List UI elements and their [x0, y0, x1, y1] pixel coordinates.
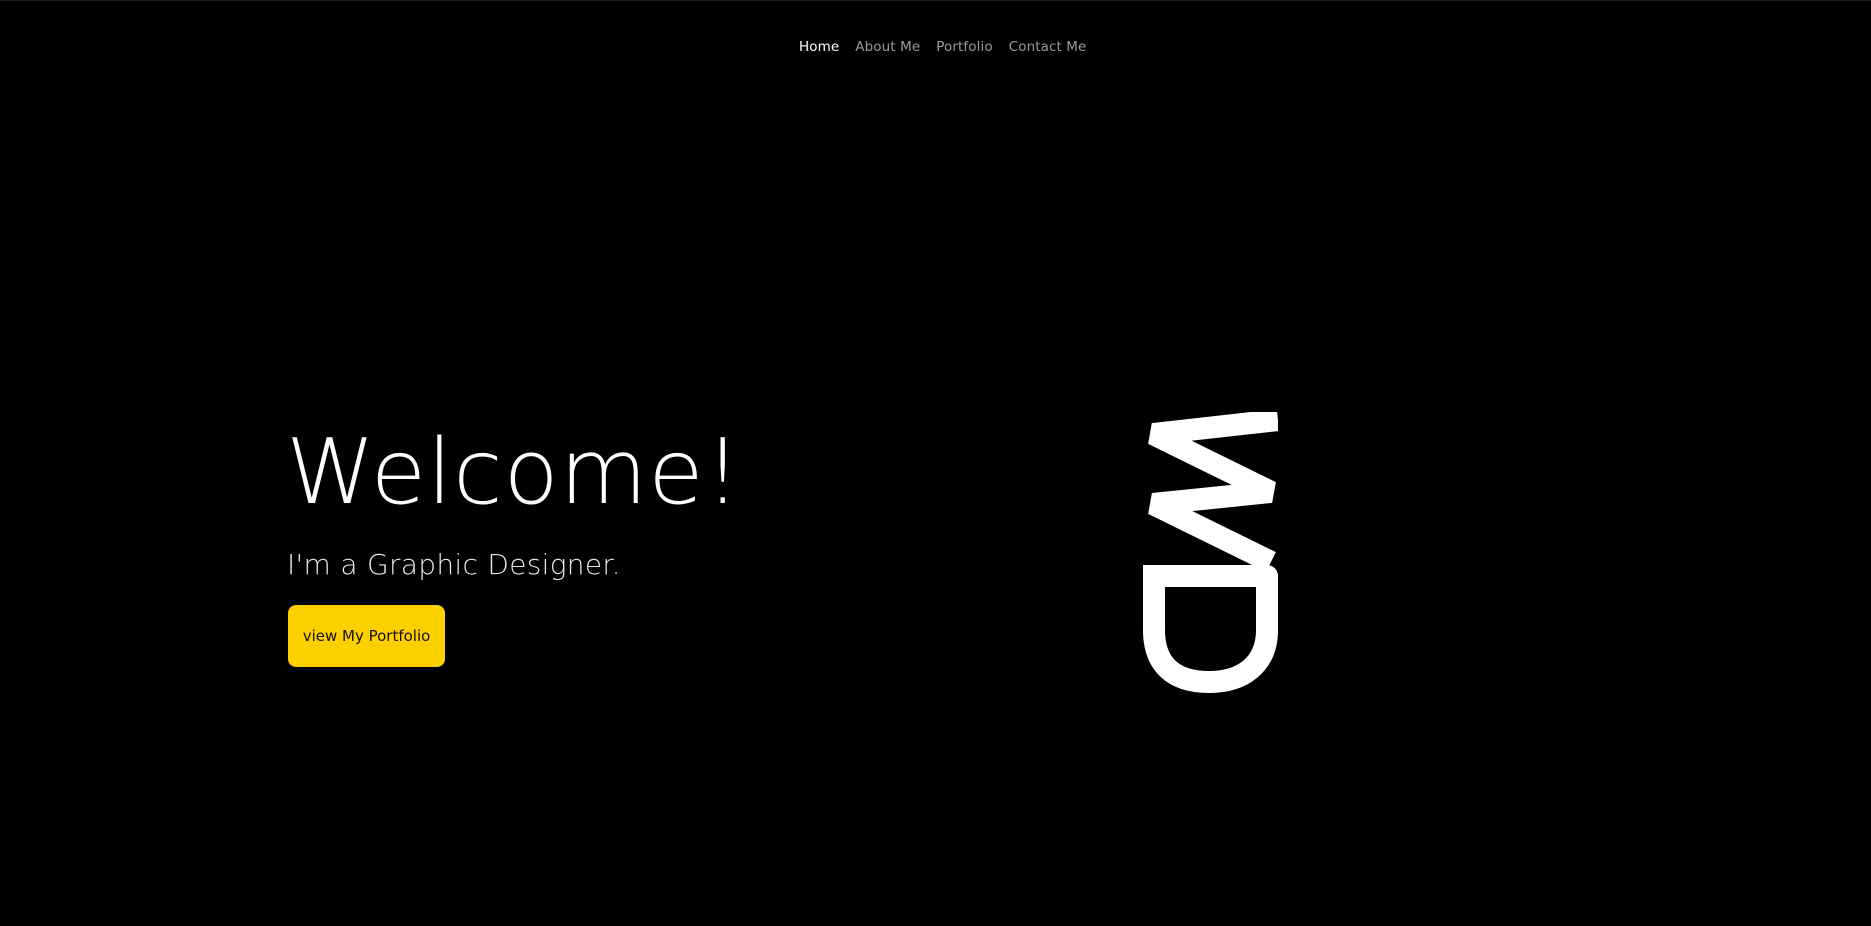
nav-link-home[interactable]: Home — [799, 39, 839, 55]
view-portfolio-button[interactable]: view My Portfolio — [288, 605, 445, 667]
nav-link-contact-me[interactable]: Contact Me — [1009, 39, 1087, 55]
nav-link-about-me[interactable]: About Me — [855, 39, 920, 55]
wd-monogram-logo-icon — [1143, 412, 1278, 693]
nav-link-portfolio[interactable]: Portfolio — [936, 39, 992, 55]
hero-title: Welcome! — [286, 420, 742, 525]
logo-w-stroke — [1148, 412, 1278, 572]
hero-subtitle: I'm a Graphic Designer. — [287, 548, 621, 581]
top-divider — [0, 0, 1871, 1]
logo-d-stroke — [1143, 565, 1278, 693]
main-nav: Home About Me Portfolio Contact Me — [799, 39, 1086, 55]
